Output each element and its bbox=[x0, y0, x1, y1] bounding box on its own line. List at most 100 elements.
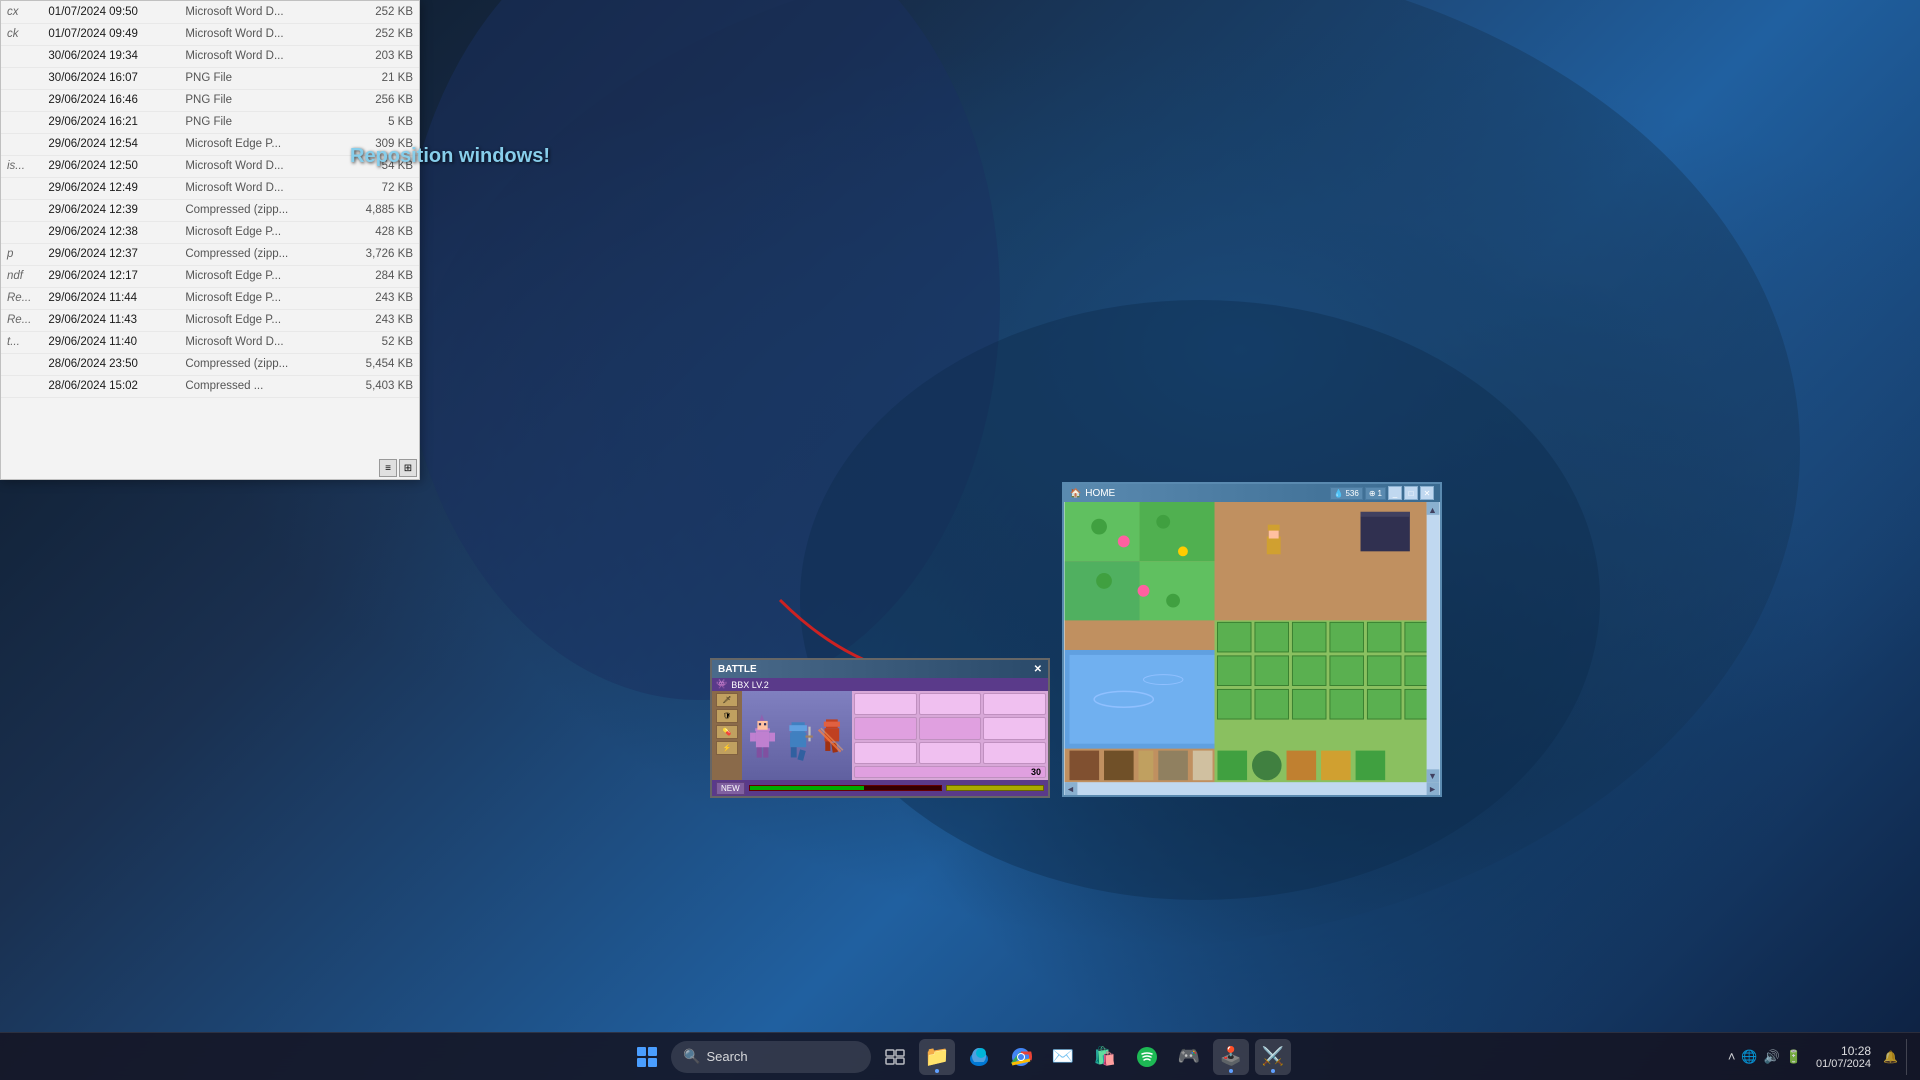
table-row[interactable]: cx 01/07/2024 09:50 Microsoft Word D... … bbox=[1, 1, 419, 23]
table-row[interactable]: ndf 29/06/2024 12:17 Microsoft Edge P...… bbox=[1, 265, 419, 287]
file-date: 29/06/2024 12:38 bbox=[42, 221, 179, 243]
table-row[interactable]: 29/06/2024 16:46 PNG File 256 KB bbox=[1, 89, 419, 111]
game2-active-dot bbox=[1229, 1069, 1233, 1073]
mail-button[interactable]: ✉️ bbox=[1045, 1039, 1081, 1075]
file-date: 29/06/2024 16:21 bbox=[42, 111, 179, 133]
file-ext: is... bbox=[1, 155, 42, 177]
game3-active-dot bbox=[1271, 1069, 1275, 1073]
file-size: 21 KB bbox=[339, 67, 419, 89]
file-type: PNG File bbox=[179, 89, 339, 111]
file-size: 203 KB bbox=[339, 45, 419, 67]
list-view-btn[interactable]: ≡ bbox=[379, 459, 397, 477]
file-date: 30/06/2024 16:07 bbox=[42, 67, 179, 89]
hp-fill bbox=[750, 786, 865, 790]
enemy-slot-6[interactable] bbox=[983, 717, 1046, 739]
battle-icon-2[interactable]: 🛡 bbox=[716, 709, 738, 723]
file-size: 243 KB bbox=[339, 287, 419, 309]
file-ext bbox=[1, 353, 42, 375]
map-close-btn[interactable]: ✕ bbox=[1420, 486, 1434, 500]
file-ext: p bbox=[1, 243, 42, 265]
table-row[interactable]: p 29/06/2024 12:37 Compressed (zipp... 3… bbox=[1, 243, 419, 265]
battle-icon-1[interactable]: 🗡 bbox=[716, 693, 738, 707]
spotify-button[interactable] bbox=[1129, 1039, 1165, 1075]
time-block[interactable]: 10:28 01/07/2024 bbox=[1812, 1044, 1875, 1070]
map-counter-1[interactable]: 💧536 bbox=[1330, 487, 1363, 500]
enemy-slot-9[interactable] bbox=[983, 742, 1046, 764]
file-date: 29/06/2024 12:50 bbox=[42, 155, 179, 177]
file-date: 28/06/2024 15:02 bbox=[42, 375, 179, 397]
start-button[interactable] bbox=[629, 1039, 665, 1075]
map-window[interactable]: 🏠 HOME 💧536 ⊕1 _ □ ✕ bbox=[1062, 482, 1442, 797]
table-row[interactable]: 28/06/2024 23:50 Compressed (zipp... 5,4… bbox=[1, 353, 419, 375]
file-date: 28/06/2024 23:50 bbox=[42, 353, 179, 375]
taskbar: 🔍 Search 📁 bbox=[0, 1032, 1920, 1080]
table-row[interactable]: 29/06/2024 12:49 Microsoft Word D... 72 … bbox=[1, 177, 419, 199]
map-maximize-btn[interactable]: □ bbox=[1404, 486, 1418, 500]
enemy-slot-3[interactable] bbox=[983, 693, 1046, 715]
table-row[interactable]: 30/06/2024 16:07 PNG File 21 KB bbox=[1, 67, 419, 89]
table-row[interactable]: ck 01/07/2024 09:49 Microsoft Word D... … bbox=[1, 23, 419, 45]
file-type: Microsoft Word D... bbox=[179, 23, 339, 45]
table-row[interactable]: t... 29/06/2024 11:40 Microsoft Word D..… bbox=[1, 331, 419, 353]
enemy-slot-2[interactable] bbox=[919, 693, 982, 715]
details-view-btn[interactable]: ⊞ bbox=[399, 459, 417, 477]
enemy-slot-8[interactable] bbox=[919, 742, 982, 764]
file-date: 29/06/2024 11:43 bbox=[42, 309, 179, 331]
file-ext bbox=[1, 89, 42, 111]
enemy-slot-5[interactable] bbox=[919, 717, 982, 739]
file-ext: ndf bbox=[1, 265, 42, 287]
network-icon[interactable]: 🌐 bbox=[1741, 1049, 1757, 1065]
map-counter-2[interactable]: ⊕1 bbox=[1365, 487, 1386, 500]
file-date: 29/06/2024 12:49 bbox=[42, 177, 179, 199]
map-minimize-btn[interactable]: _ bbox=[1388, 486, 1402, 500]
store-wrap: 🛍️ bbox=[1087, 1039, 1123, 1075]
enemy-slot-1[interactable] bbox=[854, 693, 917, 715]
game1-button[interactable]: 🎮 bbox=[1171, 1039, 1207, 1075]
svg-text:►: ► bbox=[1428, 784, 1437, 794]
file-size: 252 KB bbox=[339, 1, 419, 23]
show-desktop-btn[interactable] bbox=[1906, 1039, 1912, 1075]
new-button[interactable]: NEW bbox=[716, 782, 745, 795]
file-size: 4,885 KB bbox=[339, 199, 419, 221]
file-ext bbox=[1, 67, 42, 89]
file-explorer-taskbar-wrap: 📁 bbox=[919, 1039, 955, 1075]
store-button[interactable]: 🛍️ bbox=[1087, 1039, 1123, 1075]
file-type: PNG File bbox=[179, 111, 339, 133]
yellow-bar bbox=[946, 785, 1044, 791]
battle-close-btn[interactable]: ✕ bbox=[1034, 664, 1042, 675]
task-view-wrap bbox=[877, 1039, 913, 1075]
chrome-button[interactable] bbox=[1003, 1039, 1039, 1075]
table-row[interactable]: Re... 29/06/2024 11:44 Microsoft Edge P.… bbox=[1, 287, 419, 309]
table-row[interactable]: 30/06/2024 19:34 Microsoft Word D... 203… bbox=[1, 45, 419, 67]
chevron-tray-icon[interactable]: ˄ bbox=[1728, 1049, 1736, 1064]
battle-window[interactable]: BATTLE ✕ 👾 BBX LV.2 🗡 🛡 💊 ⚡ bbox=[710, 658, 1050, 798]
battle-icon-4[interactable]: ⚡ bbox=[716, 741, 738, 755]
file-size: 3,726 KB bbox=[339, 243, 419, 265]
search-bar[interactable]: 🔍 Search bbox=[671, 1041, 871, 1073]
battery-icon[interactable]: 🔋 bbox=[1786, 1049, 1802, 1065]
file-ext: cx bbox=[1, 1, 42, 23]
tray-icons: ˄ 🌐 🔊 🔋 bbox=[1722, 1049, 1808, 1065]
active-dot bbox=[935, 1069, 939, 1073]
map-controls: 💧536 ⊕1 _ □ ✕ bbox=[1330, 486, 1434, 500]
file-type: Microsoft Edge P... bbox=[179, 265, 339, 287]
table-row[interactable]: 29/06/2024 16:21 PNG File 5 KB bbox=[1, 111, 419, 133]
table-row[interactable]: 29/06/2024 12:38 Microsoft Edge P... 428… bbox=[1, 221, 419, 243]
battle-characters bbox=[742, 691, 852, 780]
notification-area[interactable]: 🔔 bbox=[1879, 1050, 1902, 1064]
file-explorer-window[interactable]: cx 01/07/2024 09:50 Microsoft Word D... … bbox=[0, 0, 420, 480]
table-row[interactable]: 28/06/2024 15:02 Compressed ... 5,403 KB bbox=[1, 375, 419, 397]
task-view-button[interactable] bbox=[877, 1039, 913, 1075]
enemy-slot-4[interactable] bbox=[854, 717, 917, 739]
file-type: Microsoft Word D... bbox=[179, 45, 339, 67]
char-sprite-2 bbox=[782, 710, 815, 780]
table-row[interactable]: Re... 29/06/2024 11:43 Microsoft Edge P.… bbox=[1, 309, 419, 331]
volume-icon[interactable]: 🔊 bbox=[1764, 1049, 1780, 1065]
table-row[interactable]: 29/06/2024 12:39 Compressed (zipp... 4,8… bbox=[1, 199, 419, 221]
file-ext bbox=[1, 375, 42, 397]
enemy-slot-7[interactable] bbox=[854, 742, 917, 764]
map-content: ◄ ► ▲ ▼ bbox=[1064, 502, 1440, 795]
map-title-text: HOME bbox=[1085, 488, 1115, 499]
battle-icon-3[interactable]: 💊 bbox=[716, 725, 738, 739]
edge-button[interactable] bbox=[961, 1039, 997, 1075]
